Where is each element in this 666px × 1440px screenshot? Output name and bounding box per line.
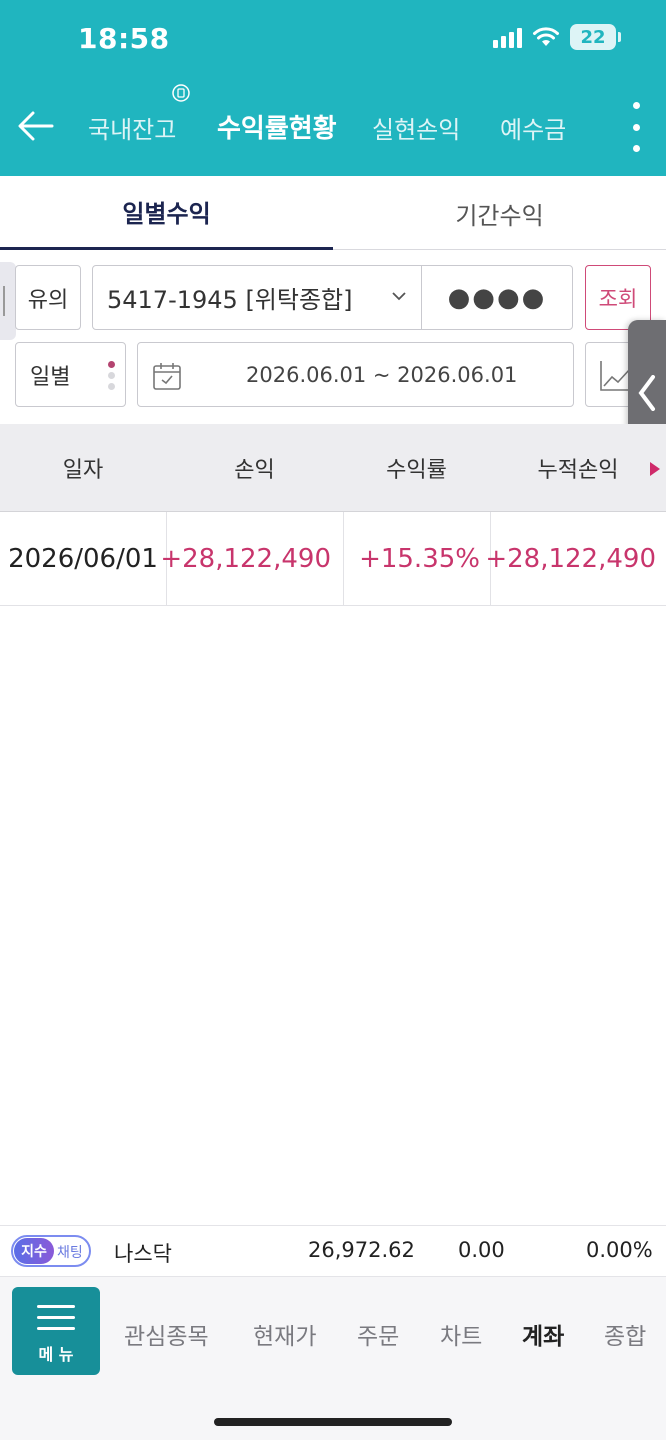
- ticker-name: 나스닥: [114, 1242, 172, 1266]
- wifi-icon: [533, 27, 559, 46]
- nav-overview[interactable]: 종합: [604, 1317, 646, 1351]
- tab-domestic-balance[interactable]: 국내잔고: [88, 110, 176, 145]
- tab-realized-pnl[interactable]: 실현손익: [372, 110, 460, 145]
- index-ticker: 지수 채팅 나스닥 26,972.62 0.00 0.00%: [0, 1225, 666, 1277]
- ticker-change-rate: 0.00%: [586, 1238, 653, 1262]
- status-time: 18:58: [78, 22, 170, 55]
- nav-order[interactable]: 주문: [357, 1317, 399, 1351]
- column-header-pnl: 손익: [234, 458, 275, 483]
- period-type-button[interactable]: 일별: [15, 342, 126, 407]
- page-indicator-dots: [108, 361, 115, 390]
- battery-icon: 22: [570, 24, 621, 50]
- table-header: 일자 손익 수익률 누적손익: [0, 424, 666, 512]
- chevron-down-icon: [392, 292, 406, 301]
- row-cumulative: +28,122,490: [485, 512, 666, 606]
- ticker-change: 0.00: [458, 1238, 505, 1262]
- row-pnl: +28,122,490: [160, 512, 343, 606]
- password-field[interactable]: ●●●●: [421, 265, 573, 330]
- more-options-icon[interactable]: [626, 102, 646, 152]
- table-row[interactable]: 2026/06/01 +28,122,490 +15.35% +28,122,4…: [0, 512, 666, 606]
- toggle-index-label: 지수: [14, 1238, 54, 1264]
- nav-chart[interactable]: 차트: [440, 1317, 482, 1351]
- back-arrow-icon[interactable]: [14, 104, 58, 148]
- hamburger-icon: [37, 1305, 75, 1338]
- caution-button[interactable]: 유의: [15, 265, 81, 330]
- row-rate: +15.35%: [343, 512, 490, 606]
- date-range-value: 2026.06.01 ~ 2026.06.01: [246, 362, 518, 387]
- menu-button[interactable]: 메 뉴: [12, 1287, 100, 1375]
- toggle-chat-label: 채팅: [57, 1245, 83, 1261]
- date-range-field[interactable]: 2026.06.01 ~ 2026.06.01: [137, 342, 574, 407]
- menu-label: 메 뉴: [38, 1345, 74, 1364]
- account-select[interactable]: 5417-1945 [위탁종합]: [92, 265, 422, 330]
- nav-current-price[interactable]: 현재가: [253, 1317, 316, 1351]
- copy-icon: [172, 84, 190, 102]
- period-type-label: 일별: [30, 364, 71, 390]
- app-header: 18:58 22 국내잔고 수익률현황 실현손익 예수금: [0, 0, 666, 176]
- chevron-left-icon: [638, 375, 655, 411]
- bottom-nav: 메 뉴 관심종목 현재가 주문 차트 계좌 종합: [0, 1277, 666, 1440]
- top-tab-bar: 국내잔고 수익률현황 실현손익 예수금: [0, 84, 666, 156]
- calendar-icon: [153, 363, 181, 390]
- status-icons: 22: [493, 24, 621, 50]
- home-indicator: [214, 1418, 452, 1426]
- signal-icon: [493, 26, 522, 48]
- tab-deposit[interactable]: 예수금: [500, 110, 566, 145]
- column-header-rate: 수익률: [386, 458, 447, 483]
- account-value: 5417-1945 [위탁종합]: [107, 286, 353, 314]
- subtab-period-return[interactable]: 기간수익: [333, 176, 666, 250]
- row-date: 2026/06/01: [8, 544, 158, 574]
- tab-return-status[interactable]: 수익률현황: [217, 108, 337, 145]
- column-header-date: 일자: [62, 458, 104, 483]
- scroll-right-arrow-icon[interactable]: [650, 462, 660, 476]
- subtab-daily-return[interactable]: 일별수익: [0, 176, 333, 250]
- index-chat-toggle[interactable]: 지수 채팅: [11, 1235, 91, 1267]
- column-header-cumulative: 누적손익: [537, 458, 619, 483]
- nav-account[interactable]: 계좌: [522, 1317, 564, 1351]
- nav-watchlist[interactable]: 관심종목: [124, 1317, 209, 1351]
- sub-tab-bar: 일별수익 기간수익: [0, 176, 666, 250]
- left-drawer-handle[interactable]: [0, 262, 16, 340]
- ticker-value: 26,972.62: [308, 1238, 415, 1262]
